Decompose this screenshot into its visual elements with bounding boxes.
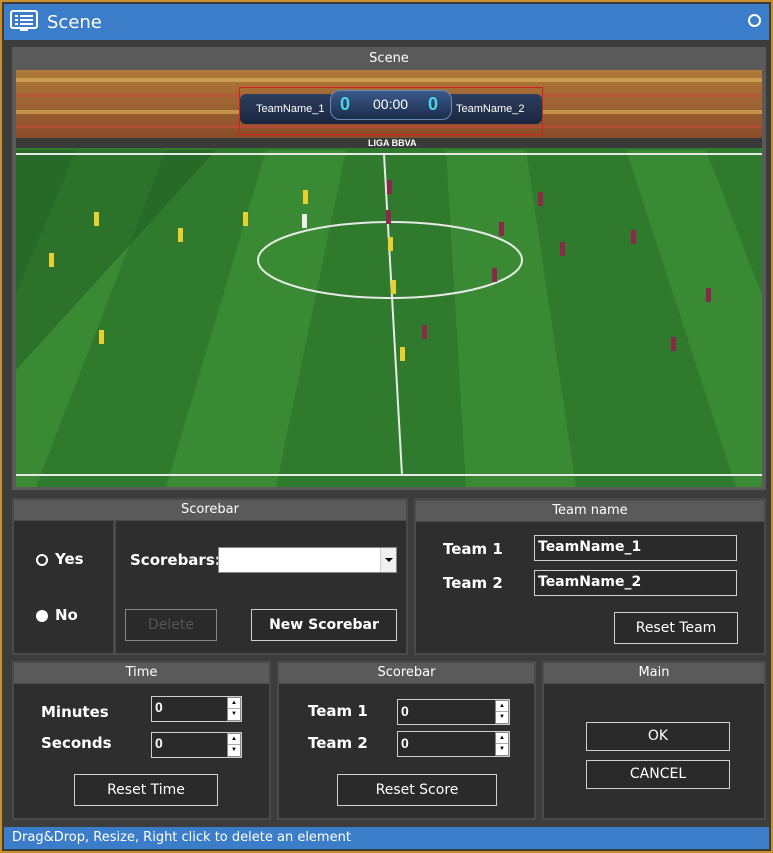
minutes-label: Minutes	[41, 703, 109, 721]
reset-score-button[interactable]: Reset Score	[337, 774, 497, 806]
seconds-stepper[interactable]: 0 ▲ ▼	[151, 732, 242, 758]
sponsor-board-text: LIGA BBVA	[368, 138, 417, 148]
reset-team-button[interactable]: Reset Team	[614, 612, 738, 644]
new-scorebar-button[interactable]: New Scorebar	[251, 609, 397, 641]
scorebar-panel-header: Scorebar	[14, 500, 406, 520]
scene-canvas[interactable]: TeamName_1 0 00:00 0 TeamName_2 LIGA BBV…	[16, 70, 762, 487]
team1-score-label: Team 1	[308, 702, 368, 720]
status-bar: Drag&Drop, Resize, Right click to delete…	[4, 827, 769, 849]
seconds-spin-arrows-icon[interactable]: ▲ ▼	[227, 733, 241, 757]
seconds-label: Seconds	[41, 734, 112, 752]
delete-scorebar-button[interactable]: Delete	[125, 609, 217, 641]
team2-score-label: Team 2	[308, 734, 368, 752]
window-option-button[interactable]	[748, 14, 761, 27]
ok-button[interactable]: OK	[586, 722, 730, 751]
scoreboard-team1: TeamName_1	[256, 103, 325, 115]
title-bar[interactable]: Scene	[4, 4, 769, 40]
cancel-button[interactable]: CANCEL	[586, 760, 730, 789]
team2-name-field[interactable]: TeamName_2	[534, 570, 737, 596]
score-panel-header: Scorebar	[279, 663, 534, 683]
scoreboard-team2: TeamName_2	[456, 103, 525, 115]
no-label: No	[55, 606, 78, 624]
app-list-icon	[10, 10, 38, 31]
seconds-value: 0	[155, 735, 163, 751]
scorebars-label: Scorebars:	[130, 551, 221, 569]
scoreboard-score2: 0	[428, 94, 439, 114]
team1-score-stepper[interactable]: 0 ▲ ▼	[397, 699, 510, 725]
team2-score-spin-arrows-icon[interactable]: ▲ ▼	[495, 732, 509, 756]
team1-name-label: Team 1	[443, 540, 503, 558]
no-radio[interactable]	[36, 610, 48, 622]
scorebar-visibility-group	[14, 521, 113, 653]
main-panel-header: Main	[544, 663, 764, 683]
chevron-down-icon[interactable]	[380, 548, 396, 572]
scoreboard-clock: 00:00	[373, 96, 409, 112]
team1-score-value: 0	[401, 703, 409, 719]
team2-name-label: Team 2	[443, 574, 503, 592]
scene-window: Scene Scene TeamName_1 0 00:00 0 TeamNam…	[0, 0, 773, 853]
team2-score-value: 0	[401, 735, 409, 751]
team1-name-field[interactable]: TeamName_1	[534, 535, 737, 561]
team1-score-spin-arrows-icon[interactable]: ▲ ▼	[495, 700, 509, 724]
minutes-value: 0	[155, 699, 163, 715]
yes-radio[interactable]	[36, 554, 48, 566]
window-title: Scene	[47, 12, 102, 33]
team2-score-stepper[interactable]: 0 ▲ ▼	[397, 731, 510, 757]
yes-label: Yes	[55, 550, 84, 568]
main-body	[544, 684, 764, 818]
minutes-spin-arrows-icon[interactable]: ▲ ▼	[227, 697, 241, 721]
scoreboard-score1: 0	[340, 94, 351, 114]
scoreboard-overlay[interactable]: TeamName_1 0 00:00 0 TeamName_2	[239, 87, 543, 135]
scene-panel-header: Scene	[14, 49, 764, 69]
time-panel-header: Time	[14, 663, 269, 683]
scorebars-dropdown[interactable]	[218, 547, 397, 573]
minutes-stepper[interactable]: 0 ▲ ▼	[151, 696, 242, 722]
team-name-panel-header: Team name	[416, 501, 764, 521]
reset-time-button[interactable]: Reset Time	[74, 774, 218, 806]
